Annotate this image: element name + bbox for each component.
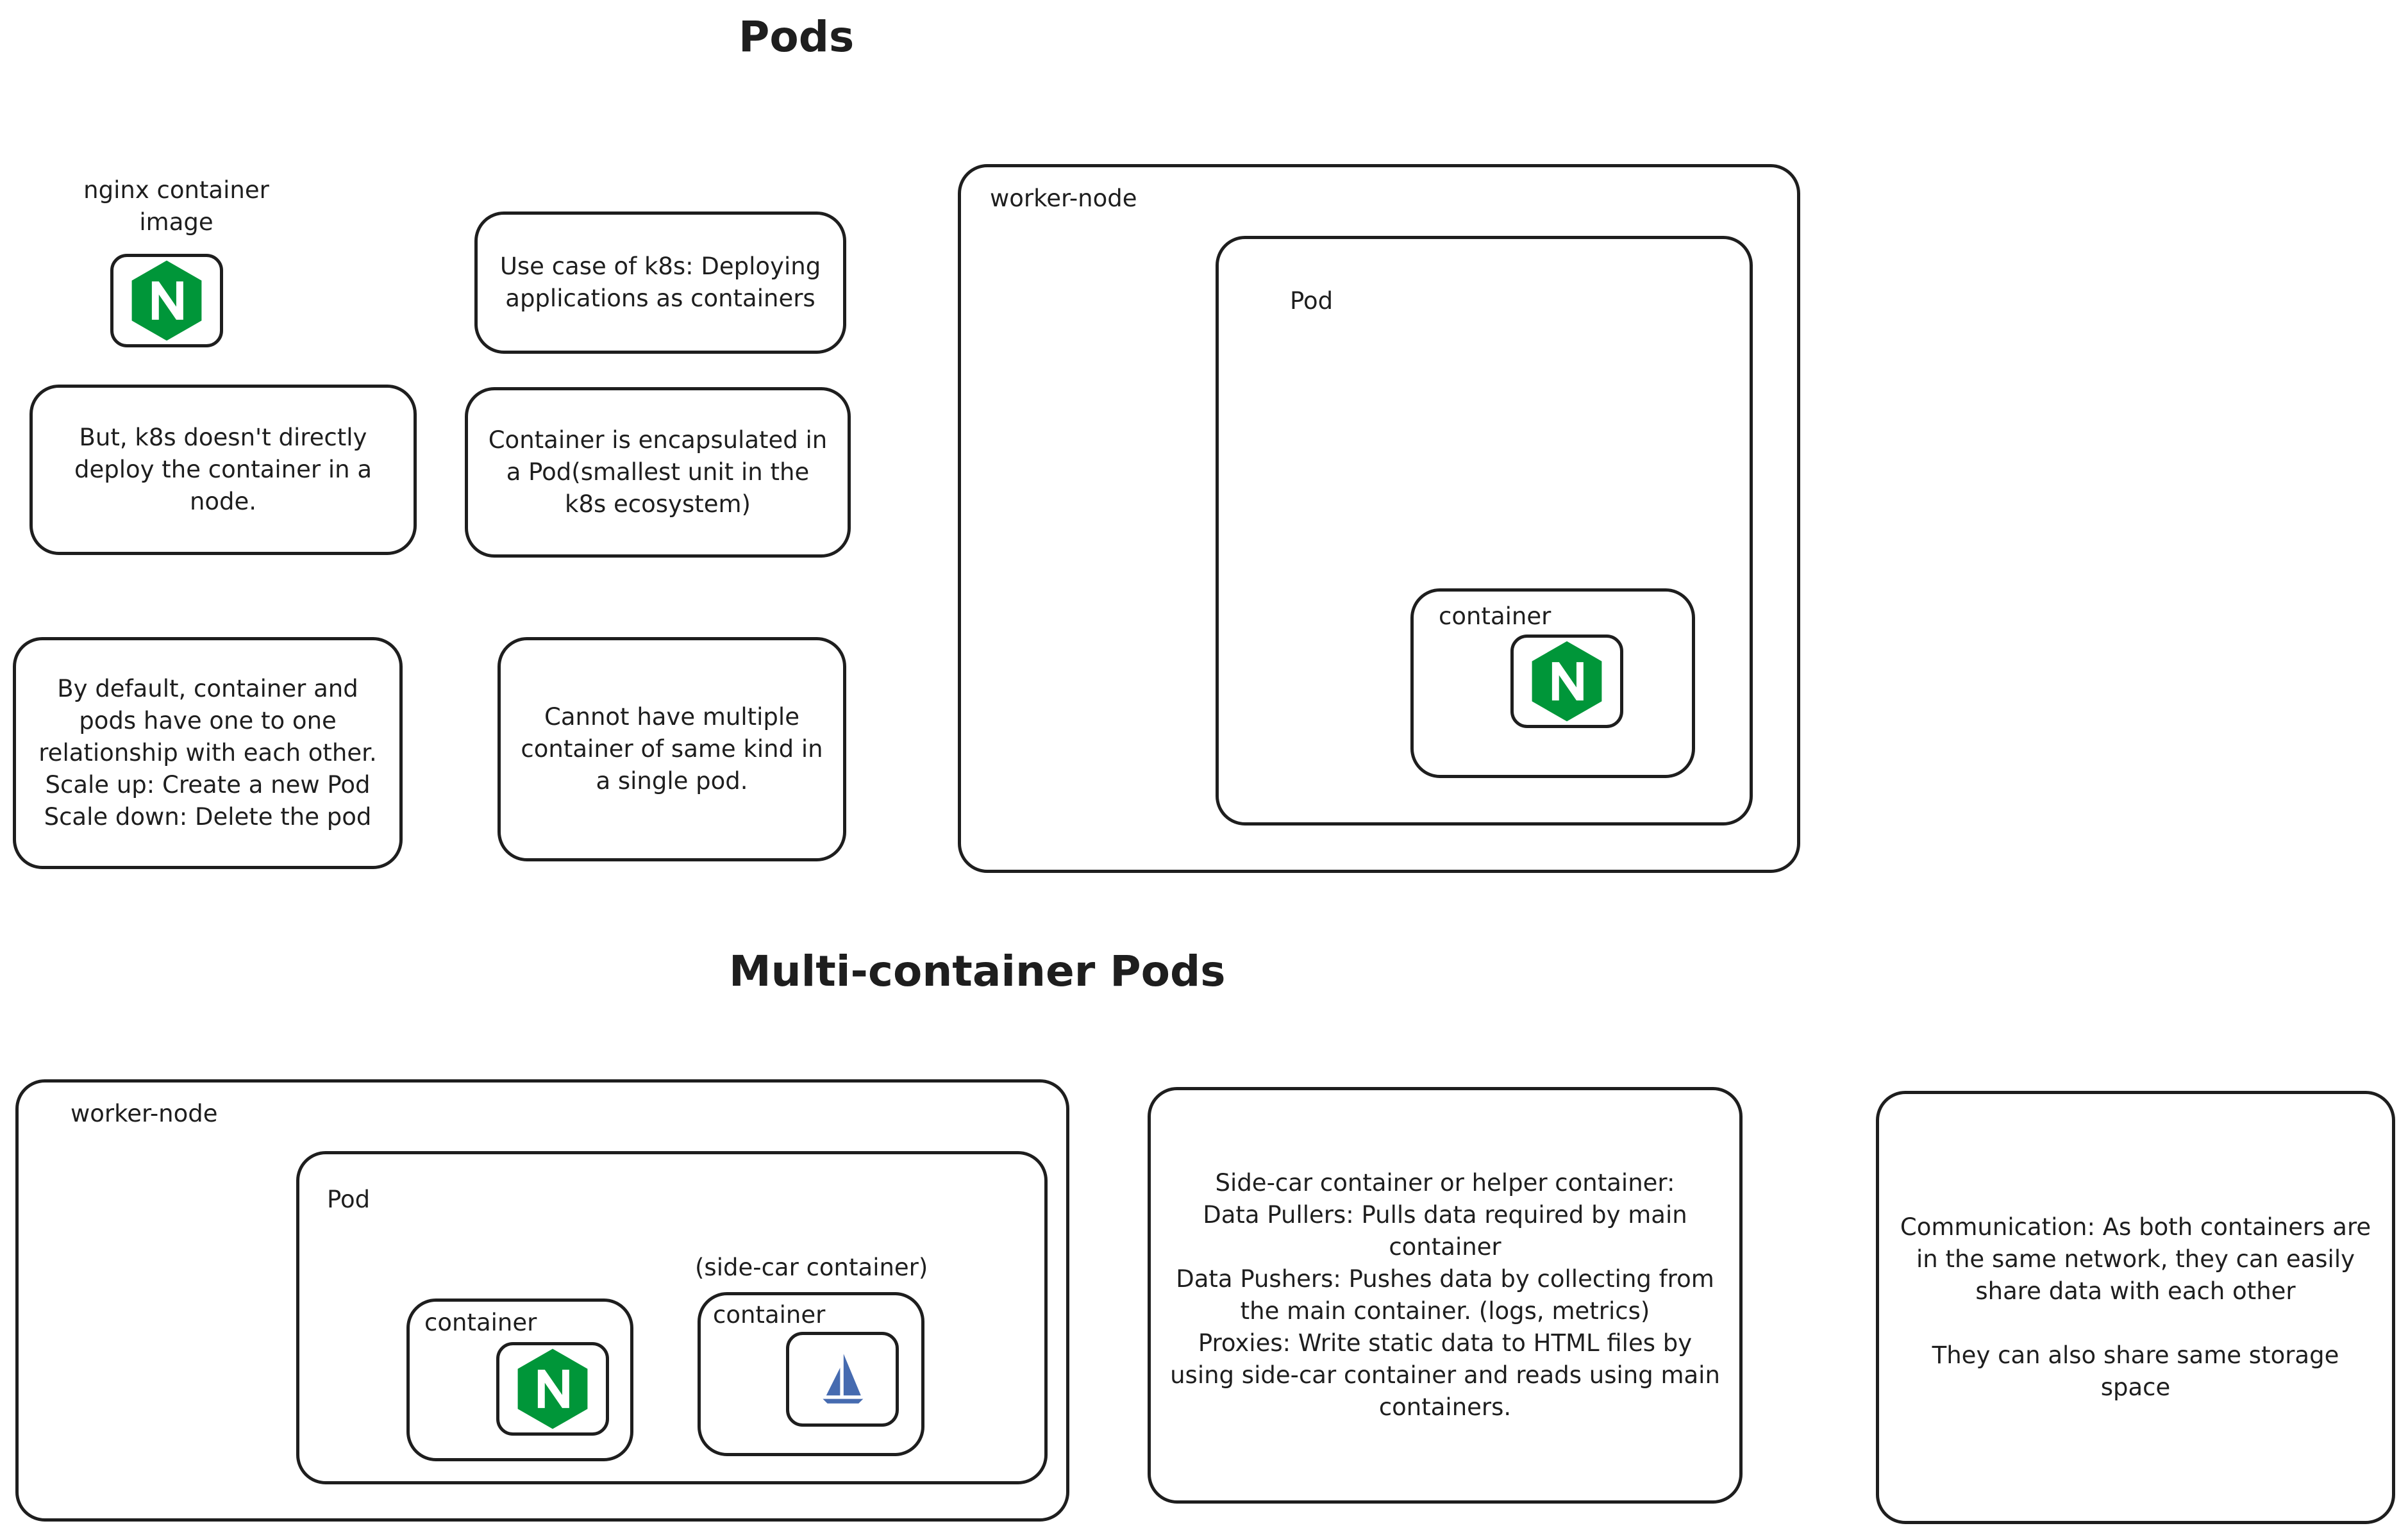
side-car-text: Side-car container or helper container: …: [1170, 1169, 1720, 1421]
side-car-note: Side-car container or helper container: …: [1148, 1087, 1743, 1504]
sidecar-caption: (side-car container): [695, 1254, 928, 1281]
communication-text: Communication: As both containers are in…: [1900, 1213, 2371, 1401]
no-multiple-note: Cannot have multiple container of same k…: [497, 637, 846, 861]
multi-container-pods-heading: Multi-container Pods: [729, 947, 1226, 996]
container-label: container: [1439, 602, 1551, 630]
communication-note: Communication: As both containers are in…: [1876, 1091, 2395, 1524]
nginx-image-caption: nginx container image: [83, 176, 269, 236]
not-directly-note: But, k8s doesn't directly deploy the con…: [29, 385, 417, 555]
worker-node-label: worker-node: [990, 185, 1137, 212]
nginx-logo-icon: [509, 1345, 596, 1432]
nginx-image-box: [110, 254, 223, 347]
sidecar-container-label: container: [713, 1301, 826, 1329]
encapsulated-text: Container is encapsulated in a Pod(small…: [488, 426, 828, 518]
pod-label: Pod: [1290, 287, 1334, 315]
not-directly-text: But, k8s doesn't directly deploy the con…: [74, 424, 372, 515]
container-nginx-box: [1510, 635, 1623, 728]
one-to-one-note: By default, container and pods have one …: [13, 637, 403, 869]
nginx-logo-icon: [123, 257, 210, 344]
mc-pod-label: Pod: [327, 1186, 371, 1213]
sail-logo-icon: [814, 1350, 871, 1408]
nginx-logo-icon: [1523, 638, 1610, 725]
encapsulated-note: Container is encapsulated in a Pod(small…: [465, 387, 851, 558]
one-to-one-text: By default, container and pods have one …: [38, 675, 377, 831]
mc-worker-node-label: worker-node: [71, 1100, 218, 1127]
main-container-nginx-box: [496, 1342, 609, 1436]
use-case-text: Use case of k8s: Deploying applications …: [499, 253, 821, 312]
main-container-label: container: [424, 1309, 537, 1336]
pods-heading: Pods: [739, 12, 855, 62]
sidecar-icon-box: [786, 1332, 899, 1427]
use-case-note: Use case of k8s: Deploying applications …: [474, 212, 846, 354]
no-multiple-text: Cannot have multiple container of same k…: [521, 703, 823, 795]
